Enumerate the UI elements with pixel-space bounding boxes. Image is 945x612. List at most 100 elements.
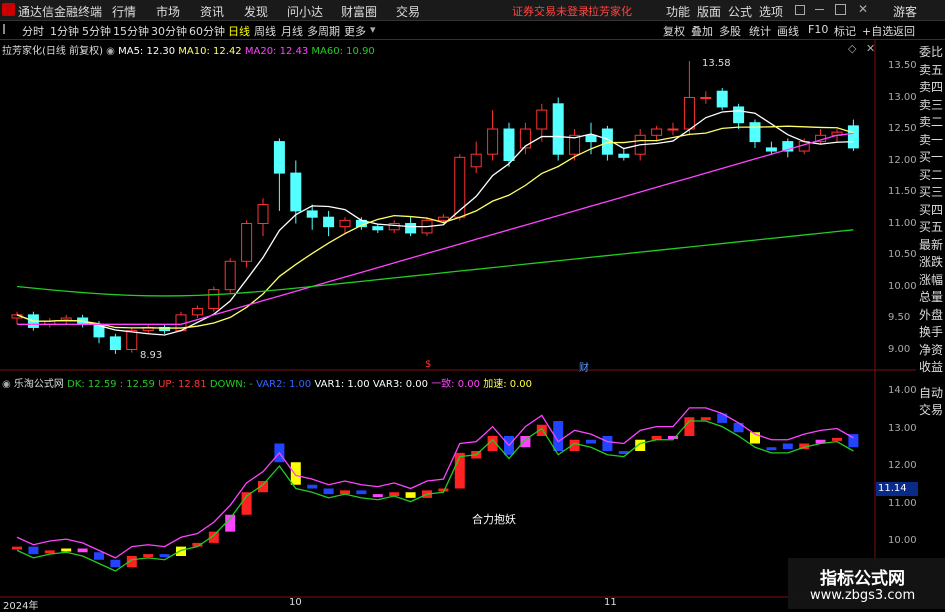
auto-trade-0[interactable]: 自动 [919,385,945,401]
x-axis-nov: 11 [604,597,617,608]
quote-field-2[interactable]: 卖四 [919,79,945,95]
tool-mark[interactable]: 标记 [834,23,856,39]
quote-field-18[interactable]: 收益 [919,359,945,375]
period-1min[interactable]: 1分钟 [50,23,79,39]
quote-field-15[interactable]: 外盘 [919,307,945,323]
signal-bar [28,546,39,555]
candle [306,210,318,218]
menu-news[interactable]: 资讯 [200,3,224,20]
signal-bar [77,548,88,553]
quote-field-12[interactable]: 涨跌 [919,254,945,270]
candle [651,128,663,136]
sub-y-tick: 10.00 [888,535,917,546]
quote-field-9[interactable]: 买四 [919,202,945,218]
candle [290,172,302,212]
main-y-tick: 9.50 [888,312,911,323]
menu-quotes[interactable]: 行情 [112,3,136,20]
signal-bar [323,488,334,495]
quote-field-11[interactable]: 最新 [919,237,945,253]
quote-field-5[interactable]: 卖一 [919,132,945,148]
quote-field-8[interactable]: 买三 [919,184,945,200]
watermark-title: 指标公式网 [820,569,905,589]
candle [405,223,417,234]
quote-field-6[interactable]: 买一 [919,149,945,165]
tool-add-favorite[interactable]: +自选 [862,23,893,39]
signal-bar [684,417,695,436]
quote-field-4[interactable]: 卖二 [919,114,945,130]
signal-bar [356,490,367,495]
sub-y-tick: 12.00 [888,460,917,471]
menu-market[interactable]: 市场 [156,3,180,20]
main-y-tick: 13.50 [888,60,917,71]
candle [585,134,597,143]
sub-y-tick: 13.00 [888,422,917,434]
candle [454,156,466,218]
period-weekly[interactable]: 周线 [254,23,276,39]
minimize-icon[interactable] [815,9,824,10]
main-y-tick: 12.00 [888,154,917,166]
login-warning[interactable]: 证券交易未登录 [512,3,589,19]
period-more[interactable]: 更多 [344,23,366,39]
main-y-tick: 12.50 [888,123,917,134]
chevron-down-icon[interactable]: ▾ [370,23,376,36]
quote-side-panel: 委比卖五 卖四卖三 卖二卖一 买一买二 买三买四 买五最新 涨跌涨幅 总量外盘 换手净资 收益 [916,40,945,420]
quote-field-14[interactable]: 总量 [919,289,945,305]
candle [437,216,449,221]
title-bar: 通达信金融终端 行情 市场 资讯 发现 问小达 财富圈 交易 证券交易未登录 拉… [0,0,945,21]
candle [667,128,679,131]
main-y-tick: 10.50 [888,249,917,260]
signal-bar [700,417,711,421]
candle [749,122,761,143]
period-timeshare[interactable]: 分时 [22,23,44,39]
dividend-mark[interactable]: $ [425,359,431,370]
quote-field-17[interactable]: 净资 [919,342,945,358]
quote-field-0[interactable]: 委比 [919,44,945,60]
menu-layout[interactable]: 版面 [697,3,721,20]
tool-stats[interactable]: 统计 [749,23,771,39]
quote-field-7[interactable]: 买二 [919,167,945,183]
period-multi[interactable]: 多周期 [307,23,340,39]
signal-bar [143,554,154,558]
signal-bar [733,422,744,433]
close-icon[interactable]: ✕ [858,2,868,16]
period-daily[interactable]: 日线 [228,23,250,39]
signal-bar [307,484,318,489]
candle [618,153,630,158]
menu-discover[interactable]: 发现 [244,3,268,20]
menu-wealth[interactable]: 财富圈 [341,3,377,20]
quote-field-10[interactable]: 买五 [919,219,945,235]
menu-ask[interactable]: 问小达 [287,3,323,20]
quote-field-16[interactable]: 换手 [919,324,945,340]
tool-multi-stock[interactable]: 多股 [719,23,741,39]
signal-bar [454,452,465,489]
signal-bar [782,443,793,450]
guest-label[interactable]: 游客 [893,3,917,20]
period-60min[interactable]: 60分钟 [189,23,225,39]
tool-overlay[interactable]: 叠加 [691,23,713,39]
tool-f10[interactable]: F10 [808,23,828,36]
auto-trade-1[interactable]: 交易 [919,402,945,418]
menu-options[interactable]: 选项 [759,3,783,20]
collapse-icon[interactable] [3,24,13,34]
period-monthly[interactable]: 月线 [281,23,303,39]
tool-restore-rights[interactable]: 复权 [663,23,685,39]
signal-bar [586,439,596,444]
quote-field-1[interactable]: 卖五 [919,62,945,78]
quote-field-3[interactable]: 卖三 [919,97,945,113]
tool-back[interactable]: 返回 [893,23,915,39]
period-30min[interactable]: 30分钟 [151,23,187,39]
menu-function[interactable]: 功能 [666,3,690,20]
kline-chart[interactable] [0,40,916,609]
x-axis-year: 2024年 [3,601,39,612]
candle [700,97,712,99]
menu-formula[interactable]: 公式 [728,3,752,20]
maximize-icon[interactable] [835,4,846,15]
window-icon[interactable] [795,5,805,15]
period-5min[interactable]: 5分钟 [82,23,111,39]
tool-draw[interactable]: 画线 [777,23,799,39]
period-15min[interactable]: 15分钟 [113,23,149,39]
signal-bar [635,439,646,451]
menu-trade[interactable]: 交易 [396,3,420,20]
quote-field-13[interactable]: 涨幅 [919,272,945,288]
finance-mark[interactable]: 财 [579,359,589,374]
